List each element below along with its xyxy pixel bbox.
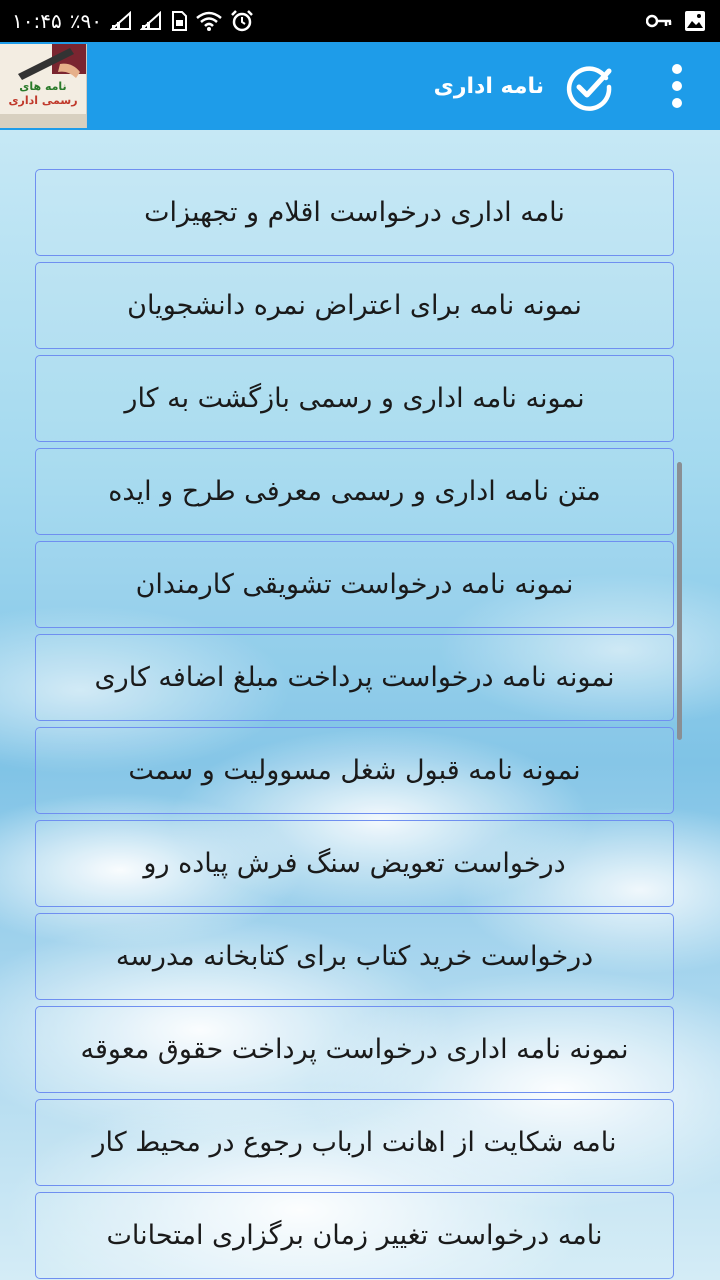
clock: ۱۰:۴۵ xyxy=(12,9,62,33)
letter-list: نامه اداری درخواست اقلام و تجهیزات نمونه… xyxy=(35,169,674,1279)
list-item[interactable]: نمونه نامه درخواست پرداخت مبلغ اضافه کار… xyxy=(35,634,674,721)
battery-percent: ٪۹۰ xyxy=(69,9,102,33)
scrollbar[interactable] xyxy=(677,462,682,740)
list-item[interactable]: نامه اداری درخواست اقلام و تجهیزات xyxy=(35,169,674,256)
logo-line1: نامه های xyxy=(19,80,67,93)
key-icon xyxy=(646,14,672,28)
sim-icon xyxy=(170,11,188,31)
list-item[interactable]: نمونه نامه درخواست تشویقی کارمندان xyxy=(35,541,674,628)
check-circle-icon[interactable] xyxy=(564,62,614,112)
list-item[interactable]: نمونه نامه برای اعتراض نمره دانشجویان xyxy=(35,262,674,349)
list-item[interactable]: درخواست تعویض سنگ فرش پیاده رو xyxy=(35,820,674,907)
list-item[interactable]: نمونه نامه قبول شغل مسوولیت و سمت xyxy=(35,727,674,814)
list-item[interactable]: متن نامه اداری و رسمی معرفی طرح و ایده xyxy=(35,448,674,535)
logo-text: نامه های رسمی اداری xyxy=(4,80,82,108)
list-item[interactable]: نامه درخواست تغییر زمان برگزاری امتحانات xyxy=(35,1192,674,1279)
logo-line2: رسمی اداری xyxy=(8,94,78,107)
image-icon xyxy=(684,10,706,32)
list-item[interactable]: نمونه نامه اداری درخواست پرداخت حقوق معو… xyxy=(35,1006,674,1093)
menu-dot xyxy=(672,98,682,108)
wifi-icon xyxy=(196,11,222,31)
more-vert-icon[interactable] xyxy=(660,60,694,112)
content-area[interactable]: نامه اداری درخواست اقلام و تجهیزات نمونه… xyxy=(0,130,720,1280)
status-left: ۱۰:۴۵ ٪۹۰ xyxy=(12,0,254,42)
alarm-icon xyxy=(230,10,254,32)
menu-dot xyxy=(672,81,682,91)
app-bar: نامه های رسمی اداری نامه اداری xyxy=(0,42,720,130)
status-right xyxy=(646,0,706,42)
list-item[interactable]: نامه شکایت از اهانت ارباب رجوع در محیط ک… xyxy=(35,1099,674,1186)
signal-icon xyxy=(139,11,162,31)
app-logo: نامه های رسمی اداری xyxy=(0,44,87,128)
app-title: نامه اداری xyxy=(433,73,544,99)
menu-dot xyxy=(672,64,682,74)
list-item[interactable]: درخواست خرید کتاب برای کتابخانه مدرسه xyxy=(35,913,674,1000)
signal-icon xyxy=(109,11,132,31)
status-bar: ۱۰:۴۵ ٪۹۰ xyxy=(0,0,720,42)
list-item[interactable]: نمونه نامه اداری و رسمی بازگشت به کار xyxy=(35,355,674,442)
